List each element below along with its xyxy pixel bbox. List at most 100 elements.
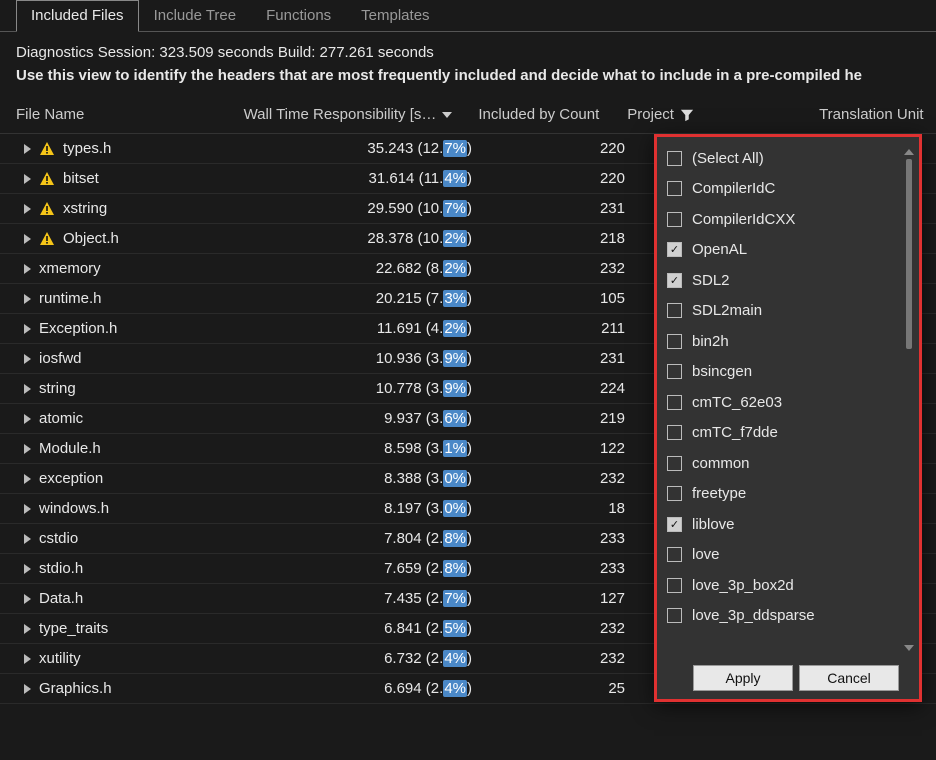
project-filter-item[interactable]: bsincgen (665, 357, 915, 388)
expand-icon[interactable] (24, 684, 31, 694)
column-header-translation-unit[interactable]: Translation Unit (811, 102, 936, 127)
project-filter-item[interactable]: CompilerIdCXX (665, 204, 915, 235)
expand-icon[interactable] (24, 264, 31, 274)
project-filter-item[interactable]: cmTC_f7dde (665, 418, 915, 449)
expand-icon[interactable] (24, 534, 31, 544)
included-by-count-cell: 233 (480, 560, 645, 577)
file-name: runtime.h (39, 290, 102, 307)
checkbox[interactable]: ✓ (667, 242, 682, 257)
view-description: Use this view to identify the headers th… (0, 65, 936, 96)
checkbox[interactable] (667, 151, 682, 166)
expand-icon[interactable] (24, 504, 31, 514)
column-header-project[interactable]: Project (619, 102, 811, 127)
checkbox[interactable] (667, 212, 682, 227)
checkbox[interactable] (667, 608, 682, 623)
included-by-count-cell: 105 (480, 290, 645, 307)
included-by-count-cell: 127 (480, 590, 645, 607)
included-by-count-cell: 25 (480, 680, 645, 697)
checkbox[interactable] (667, 364, 682, 379)
expand-icon[interactable] (24, 624, 31, 634)
checkbox[interactable] (667, 425, 682, 440)
expand-icon[interactable] (24, 414, 31, 424)
apply-button[interactable]: Apply (693, 665, 793, 691)
tab-include-tree[interactable]: Include Tree (139, 0, 252, 31)
tab-included-files[interactable]: Included Files (16, 0, 139, 32)
checkbox[interactable]: ✓ (667, 273, 682, 288)
checkbox[interactable] (667, 303, 682, 318)
project-filter-item[interactable]: ✓OpenAL (665, 235, 915, 266)
project-filter-item[interactable]: love_3p_box2d (665, 570, 915, 601)
file-name: cstdio (39, 530, 78, 547)
project-filter-item[interactable]: love_3p_ddsparse (665, 601, 915, 632)
project-filter-item[interactable]: common (665, 448, 915, 479)
file-name: bitset (63, 170, 99, 187)
expand-icon[interactable] (24, 294, 31, 304)
file-name: Data.h (39, 590, 83, 607)
project-filter-item[interactable]: freetype (665, 479, 915, 510)
expand-icon[interactable] (24, 654, 31, 664)
included-by-count-cell: 218 (480, 230, 645, 247)
checkbox[interactable] (667, 181, 682, 196)
tab-templates[interactable]: Templates (346, 0, 444, 31)
expand-icon[interactable] (24, 564, 31, 574)
project-filter-label: love_3p_ddsparse (692, 607, 815, 624)
expand-icon[interactable] (24, 474, 31, 484)
expand-icon[interactable] (24, 384, 31, 394)
file-name: stdio.h (39, 560, 83, 577)
file-name: Module.h (39, 440, 101, 457)
expand-icon[interactable] (24, 174, 31, 184)
project-filter-label: cmTC_f7dde (692, 424, 778, 441)
included-by-count-cell: 232 (480, 260, 645, 277)
wall-time-cell: 7.659 (2.8%) (240, 560, 480, 577)
project-filter-label: freetype (692, 485, 746, 502)
expand-icon[interactable] (24, 594, 31, 604)
project-filter-item[interactable]: (Select All) (665, 143, 915, 174)
project-filter-item[interactable]: CompilerIdC (665, 174, 915, 205)
expand-icon[interactable] (24, 354, 31, 364)
expand-icon[interactable] (24, 144, 31, 154)
project-filter-item[interactable]: ✓SDL2 (665, 265, 915, 296)
project-filter-item[interactable]: ✓ liblove (665, 509, 915, 540)
wall-time-cell: 28.378 (10.2%) (240, 230, 480, 247)
column-header-included-by-count[interactable]: Included by Count (460, 102, 619, 127)
column-header-wall-time[interactable]: Wall Time Responsibility [s… (230, 102, 460, 127)
file-name: iosfwd (39, 350, 82, 367)
included-by-count-cell: 231 (480, 350, 645, 367)
expand-icon[interactable] (24, 234, 31, 244)
session-seconds: 323.509 seconds (159, 44, 273, 61)
project-filter-item[interactable]: bin2h (665, 326, 915, 357)
scroll-up-icon[interactable] (904, 149, 914, 155)
checkbox[interactable] (667, 395, 682, 410)
checkbox[interactable] (667, 578, 682, 593)
scroll-thumb[interactable] (906, 159, 912, 349)
checkbox[interactable] (667, 486, 682, 501)
project-filter-item[interactable]: cmTC_62e03 (665, 387, 915, 418)
file-name: types.h (63, 140, 111, 157)
tabs-bar: Included Files Include Tree Functions Te… (0, 0, 936, 32)
cancel-button[interactable]: Cancel (799, 665, 899, 691)
scroll-down-icon[interactable] (904, 645, 914, 651)
included-by-count-cell: 224 (480, 380, 645, 397)
project-filter-label: cmTC_62e03 (692, 394, 782, 411)
project-filter-label: liblove (692, 516, 735, 533)
wall-time-cell: 31.614 (11.4%) (240, 170, 480, 187)
included-by-count-cell: 231 (480, 200, 645, 217)
project-filter-item[interactable]: love (665, 540, 915, 571)
tab-functions[interactable]: Functions (251, 0, 346, 31)
expand-icon[interactable] (24, 324, 31, 334)
checkbox[interactable]: ✓ (667, 517, 682, 532)
expand-icon[interactable] (24, 444, 31, 454)
wall-time-cell: 6.841 (2.5%) (240, 620, 480, 637)
project-filter-label: bsincgen (692, 363, 752, 380)
checkbox[interactable] (667, 334, 682, 349)
project-filter-popup: (Select All)CompilerIdCCompilerIdCXX✓Ope… (654, 134, 922, 702)
checkbox[interactable] (667, 547, 682, 562)
project-filter-item[interactable]: SDL2main (665, 296, 915, 327)
expand-icon[interactable] (24, 204, 31, 214)
included-by-count-cell: 219 (480, 410, 645, 427)
wall-time-cell: 10.936 (3.9%) (240, 350, 480, 367)
project-filter-scrollbar[interactable] (903, 149, 915, 651)
column-header-file[interactable]: File Name (0, 102, 230, 127)
wall-time-cell: 8.598 (3.1%) (240, 440, 480, 457)
checkbox[interactable] (667, 456, 682, 471)
